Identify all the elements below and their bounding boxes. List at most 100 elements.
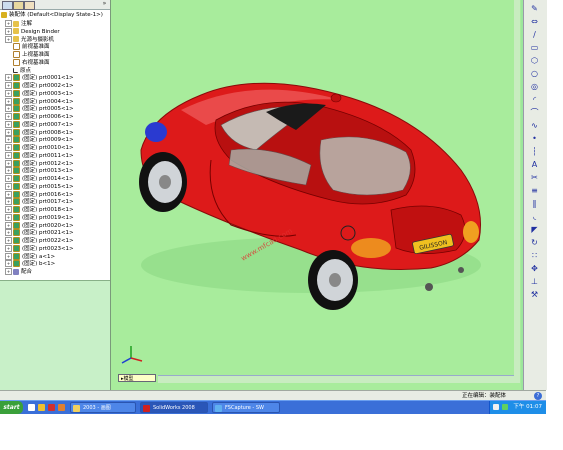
chamfer-icon[interactable]: ◤ (529, 225, 540, 235)
network-icon[interactable] (502, 404, 508, 410)
taskbar-item-capture[interactable]: FSCapture - SW (212, 402, 280, 413)
expand-icon[interactable]: + (5, 175, 12, 182)
fillet-icon[interactable]: ◟ (529, 212, 540, 222)
spline-icon[interactable]: ∿ (529, 121, 540, 131)
car-model: GILISSON www.mfcad.com (139, 82, 482, 310)
expand-icon[interactable]: + (5, 252, 12, 260)
tree-item-label: (固定) prt0017<1> (22, 199, 74, 206)
mirror-icon[interactable]: ‖ (529, 199, 540, 209)
part-icon (13, 151, 20, 159)
offset-icon[interactable]: ≡ (529, 186, 540, 196)
tab-configuration-manager[interactable] (24, 1, 35, 10)
part-icon (13, 260, 20, 268)
expand-icon[interactable]: + (5, 113, 12, 120)
polygon-icon[interactable]: ⬡ (529, 56, 540, 66)
expand-icon[interactable]: + (5, 198, 12, 206)
circle-perimeter-icon[interactable]: ◎ (529, 82, 540, 92)
expand-icon[interactable]: + (5, 229, 12, 237)
expand-icon[interactable]: + (5, 260, 12, 268)
expand-icon[interactable]: + (5, 151, 12, 159)
tree-item-label: (固定) prt0008<1> (22, 129, 74, 136)
taskbar-item-label: SolidWorks 2008 (153, 405, 195, 411)
circle-icon[interactable]: ○ (529, 69, 540, 79)
tree-item-label: (固定) prt0009<1> (22, 137, 74, 144)
tree-item[interactable]: + 配合 (5, 268, 32, 276)
system-tray: 下午 01:07 (489, 401, 546, 414)
tangent-arc-icon[interactable]: ⌒ (529, 108, 540, 118)
expand-icon[interactable]: + (5, 82, 12, 89)
rectangle-icon[interactable]: ▭ (529, 43, 540, 53)
expand-icon[interactable]: + (5, 237, 12, 244)
expand-icon[interactable]: + (5, 244, 12, 252)
tree-item-label: 前视基准面 (22, 44, 50, 51)
expand-icon[interactable]: + (5, 221, 12, 229)
help-icon[interactable]: ? (534, 392, 542, 400)
tree-item-label: (固定) prt0011<1> (22, 152, 74, 159)
expand-icon[interactable]: + (5, 206, 12, 213)
move-icon[interactable]: ✥ (529, 264, 540, 274)
expand-icon[interactable]: + (5, 128, 12, 136)
line-icon[interactable]: ∕ (529, 30, 540, 40)
trim-icon[interactable]: ✂ (529, 173, 540, 183)
expand-icon[interactable]: + (5, 74, 12, 82)
tree-item-label: (固定) prt0001<1> (22, 75, 74, 82)
relation-icon[interactable]: ⊥ (529, 277, 540, 287)
tree-item-label: (固定) prt0004<1> (22, 98, 74, 105)
explorer-icon[interactable] (38, 404, 45, 411)
vertical-scrollbar[interactable] (514, 0, 520, 382)
part-icon (13, 198, 20, 206)
expand-icon[interactable]: + (5, 167, 12, 175)
expand-icon[interactable]: + (5, 35, 12, 43)
repair-icon[interactable]: ⚒ (529, 290, 540, 300)
sketch-icon[interactable]: ✎ (529, 4, 540, 14)
tree-item-label: (固定) b<1> (22, 261, 56, 268)
arc-icon[interactable]: ◜ (529, 95, 540, 105)
plane-icon (13, 58, 20, 66)
tree-root[interactable]: 装配体 (Default<Display State-1>) (1, 11, 103, 19)
part-icon (13, 82, 20, 89)
point-icon[interactable]: • (529, 134, 540, 144)
smart-dimension-icon[interactable]: ⇔ (529, 17, 540, 27)
tree-item-label: 配合 (21, 269, 33, 275)
taskbar-item-folder[interactable]: 2003 - 画图 (70, 402, 136, 413)
expand-icon[interactable]: + (5, 97, 12, 105)
expand-icon[interactable]: + (5, 105, 12, 113)
expand-icon[interactable]: + (5, 268, 12, 275)
expand-icon[interactable]: + (5, 27, 12, 35)
taskbar-item-solidworks[interactable]: SolidWorks 2008 (140, 402, 208, 413)
model-tab[interactable]: ▸模型 (118, 374, 156, 382)
centerline-icon[interactable]: ┆ (529, 147, 540, 157)
start-button[interactable]: start (0, 401, 23, 414)
expand-icon[interactable]: + (5, 190, 12, 198)
text-icon[interactable]: A (529, 160, 540, 170)
tab-feature-manager[interactable] (2, 1, 13, 10)
show-desktop-icon[interactable] (28, 404, 35, 411)
folder-icon (13, 28, 19, 35)
mate-icon (13, 268, 19, 275)
panel-collapse-icon[interactable]: » (101, 1, 108, 7)
tail-light-left (351, 238, 391, 258)
part-icon (13, 190, 20, 198)
part-icon (13, 128, 20, 136)
horizontal-scrollbar[interactable] (158, 375, 520, 383)
tree-tabs: » (0, 0, 110, 10)
expand-icon[interactable]: + (5, 136, 12, 144)
expand-icon[interactable]: + (5, 89, 12, 97)
media-icon[interactable] (58, 404, 65, 411)
expand-icon[interactable]: + (5, 213, 12, 221)
expand-icon[interactable]: + (5, 120, 12, 128)
graphics-viewport[interactable]: GILISSON www.mfcad.com (111, 0, 521, 390)
expand-icon[interactable]: + (5, 144, 12, 151)
app-quick-icon[interactable] (48, 404, 55, 411)
tree-item-label: Design Binder (21, 28, 60, 35)
volume-icon[interactable] (493, 404, 499, 410)
tab-property-manager[interactable] (13, 1, 24, 10)
convert-icon[interactable]: ↻ (529, 238, 540, 248)
expand-icon[interactable]: + (5, 159, 12, 167)
expand-icon[interactable]: + (5, 182, 12, 190)
plane-icon (13, 51, 20, 58)
expand-icon[interactable]: + (5, 20, 12, 27)
linear-pattern-icon[interactable]: ∷ (529, 251, 540, 261)
exhaust-pipe (425, 283, 433, 291)
antenna (330, 93, 342, 103)
